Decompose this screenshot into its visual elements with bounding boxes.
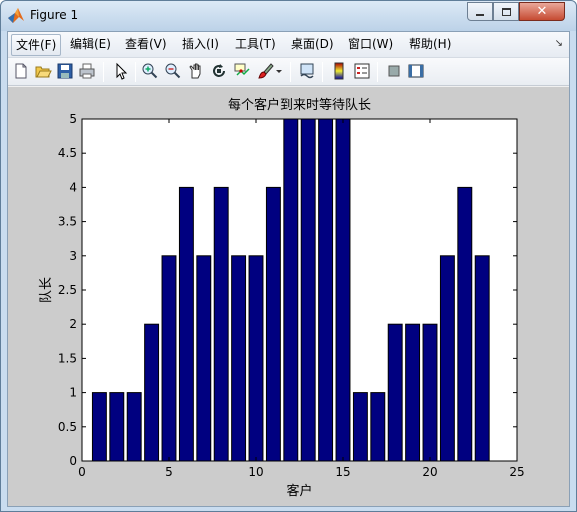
toolbar-separator xyxy=(322,62,323,82)
figure-client-area: 文件(F) 编辑(E) 查看(V) 插入(I) 工具(T) 桌面(D) 窗口(W… xyxy=(7,31,570,507)
menu-tools[interactable]: 工具(T) xyxy=(231,34,280,56)
bar-1[interactable] xyxy=(91,392,107,462)
rotate-icon[interactable] xyxy=(210,62,228,80)
toolbar-separator xyxy=(377,62,378,82)
pointer-icon[interactable] xyxy=(112,62,130,80)
bar-16[interactable] xyxy=(352,392,368,462)
new-figure-icon[interactable] xyxy=(12,62,30,80)
bar-8[interactable] xyxy=(213,186,229,462)
bar-19[interactable] xyxy=(405,323,421,462)
bar-18[interactable] xyxy=(387,323,403,462)
y-tick-label: 2 xyxy=(69,317,77,331)
link-plot-icon[interactable] xyxy=(298,62,316,80)
bar-6[interactable] xyxy=(178,186,194,462)
bar-20[interactable] xyxy=(422,323,438,462)
bar-21[interactable] xyxy=(439,255,455,462)
bar-12[interactable] xyxy=(283,118,299,462)
data-cursor-icon[interactable] xyxy=(233,62,251,80)
x-tick-label: 20 xyxy=(422,465,437,479)
bar-22[interactable] xyxy=(457,186,473,462)
zoom-in-icon[interactable] xyxy=(141,62,159,80)
toolbar-separator xyxy=(103,62,104,82)
show-plot-tools-icon[interactable] xyxy=(407,62,425,80)
title-bar[interactable]: Figure 1 ✕ xyxy=(1,1,576,31)
bar-9[interactable] xyxy=(231,255,247,462)
bar-15[interactable] xyxy=(335,118,351,462)
x-tick-label: 0 xyxy=(78,465,86,479)
bar-3[interactable] xyxy=(126,392,142,462)
zoom-out-icon[interactable] xyxy=(164,62,182,80)
bar-chart[interactable]: 0 5 10 15 20 25 0 0.5 1 1.5 2 2.5 3 3.5 4 4.5 5 每个客户到来时等… xyxy=(8,87,569,506)
toolbar-separator xyxy=(290,62,291,82)
x-tick-label: 15 xyxy=(335,465,350,479)
minimize-button[interactable] xyxy=(467,2,493,21)
bar-2[interactable] xyxy=(109,392,125,462)
figure-window: Figure 1 ✕ 文件(F) 编辑(E) 查看(V) 插入(I) 工具(T)… xyxy=(0,0,577,512)
pan-icon[interactable] xyxy=(187,62,205,80)
y-tick-label: 3.5 xyxy=(58,215,77,229)
menu-file[interactable]: 文件(F) xyxy=(11,34,62,56)
y-axis-label: 队长 xyxy=(39,277,54,303)
bar-23[interactable] xyxy=(474,255,490,462)
menu-insert[interactable]: 插入(I) xyxy=(178,34,223,56)
menu-overflow-icon[interactable]: ↘ xyxy=(555,38,563,49)
bar-5[interactable] xyxy=(161,255,177,462)
menu-desktop[interactable]: 桌面(D) xyxy=(287,34,338,56)
x-tick-label: 5 xyxy=(165,465,173,479)
maximize-icon xyxy=(501,7,511,16)
menu-view[interactable]: 查看(V) xyxy=(121,34,171,56)
brush-icon[interactable] xyxy=(256,62,274,80)
bar-4[interactable] xyxy=(144,323,160,462)
chart-title: 每个客户到来时等待队长 xyxy=(228,97,371,113)
maximize-button[interactable] xyxy=(493,2,519,21)
toolbar-separator xyxy=(135,62,136,82)
menu-edit[interactable]: 编辑(E) xyxy=(66,34,115,56)
x-tick-label: 25 xyxy=(509,465,524,479)
brush-dropdown-icon[interactable] xyxy=(275,62,283,80)
y-tick-label: 1 xyxy=(69,386,77,400)
y-tick-label: 4 xyxy=(69,180,77,194)
x-axis-label: 客户 xyxy=(286,483,312,499)
y-tick-label: 4.5 xyxy=(58,146,77,160)
menu-help[interactable]: 帮助(H) xyxy=(405,34,455,56)
window-title: Figure 1 xyxy=(30,8,79,22)
y-tick-label: 3 xyxy=(69,249,77,263)
y-tick-label: 0.5 xyxy=(58,420,77,434)
y-tick-label: 1.5 xyxy=(58,351,77,365)
bar-7[interactable] xyxy=(196,255,212,462)
menu-window[interactable]: 窗口(W) xyxy=(344,34,397,56)
bar-17[interactable] xyxy=(370,392,386,462)
bar-13[interactable] xyxy=(300,118,316,462)
colorbar-icon[interactable] xyxy=(330,62,348,80)
y-tick-label: 5 xyxy=(69,112,77,126)
bar-14[interactable] xyxy=(318,118,334,462)
close-icon: ✕ xyxy=(536,4,548,19)
figure-canvas[interactable]: 0 5 10 15 20 25 0 0.5 1 1.5 2 2.5 3 3.5 4 4.5 5 每个客户到来时等… xyxy=(8,87,569,506)
close-button[interactable]: ✕ xyxy=(519,2,565,21)
save-icon[interactable] xyxy=(56,62,74,80)
hide-plot-tools-icon[interactable] xyxy=(385,62,403,80)
y-tick-label: 2.5 xyxy=(58,283,77,297)
minimize-icon xyxy=(476,13,484,16)
bar-11[interactable] xyxy=(265,186,281,462)
figure-toolbar xyxy=(8,58,569,86)
y-tick-label: 0 xyxy=(69,454,77,468)
x-tick-label: 10 xyxy=(248,465,263,479)
bar-10[interactable] xyxy=(248,255,264,462)
print-icon[interactable] xyxy=(78,62,96,80)
legend-icon[interactable] xyxy=(353,62,371,80)
menu-bar: 文件(F) 编辑(E) 查看(V) 插入(I) 工具(T) 桌面(D) 窗口(W… xyxy=(8,32,569,58)
open-file-icon[interactable] xyxy=(34,62,52,80)
matlab-logo-icon xyxy=(7,7,25,25)
